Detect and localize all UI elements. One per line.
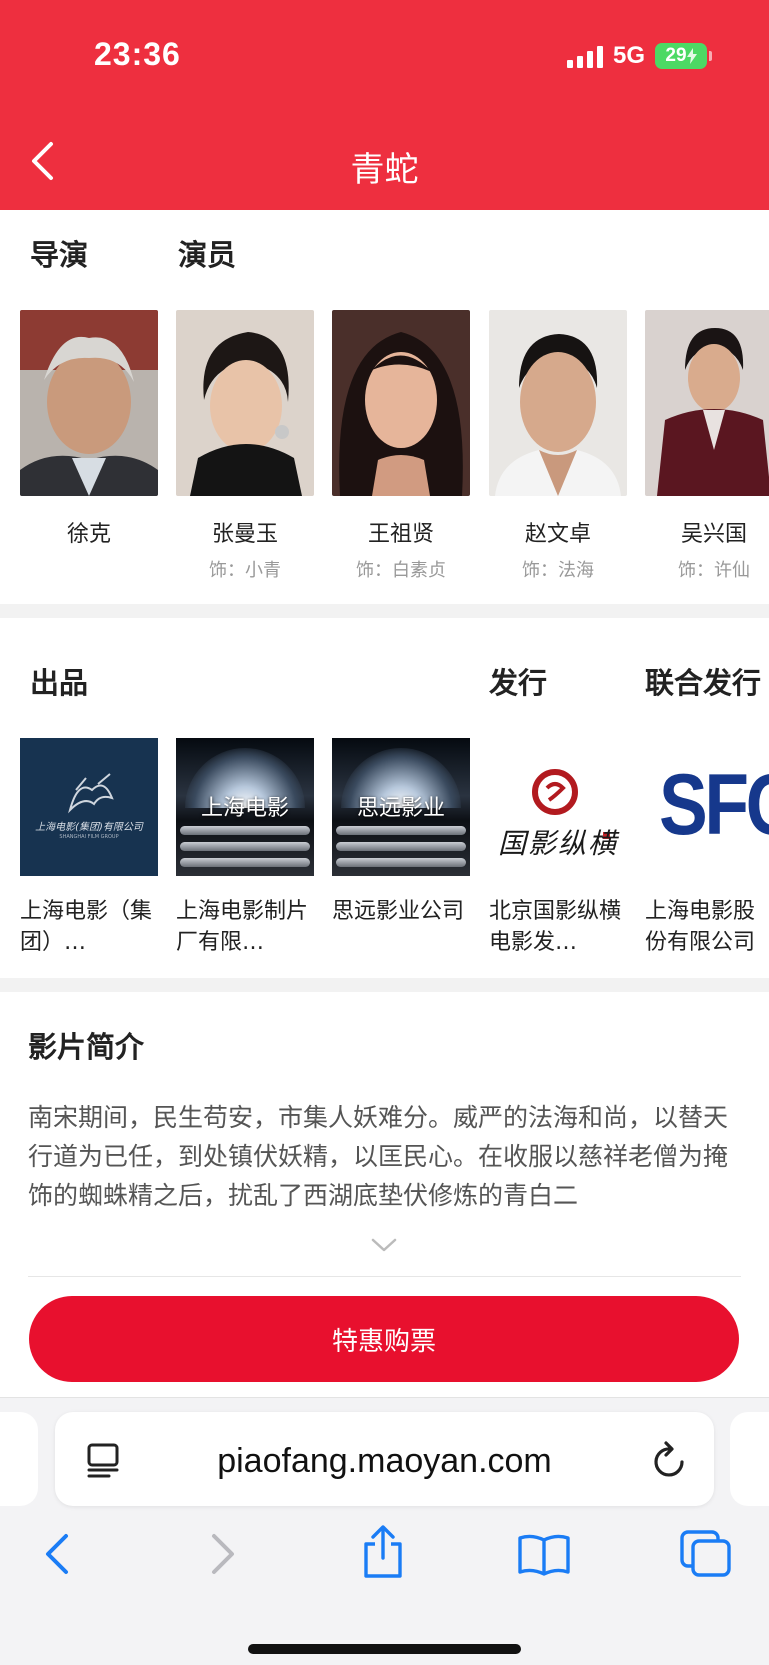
synopsis-text: 南宋期间，民生苟安，市集人妖难分。威严的法海和尚，以替天行道为已任，到处镇伏妖精… <box>28 1103 729 1210</box>
back-arrow-icon[interactable] <box>40 1530 74 1582</box>
logo-text: 上海电影(集团)有限公司 <box>35 822 143 833</box>
person-name: 赵文卓 <box>524 522 591 547</box>
person-role: 饰：法海 <box>522 560 594 581</box>
person-photo <box>489 310 627 496</box>
previous-tab-pill[interactable] <box>0 1412 38 1506</box>
company-name: 上海电影股份有限公司 <box>645 899 756 955</box>
battery-level: 29 <box>665 45 687 66</box>
buy-ticket-button[interactable]: 特惠购票 <box>29 1296 739 1382</box>
logo-text: 国影纵横 <box>497 827 618 860</box>
logo-subtext: SHANGHAI FILM GROUP <box>59 834 119 840</box>
status-indicators: 5G 29 <box>566 42 712 70</box>
seat-row <box>180 858 310 867</box>
production-header: 出品 <box>30 666 89 700</box>
synopsis-title: 影片简介 <box>28 1030 145 1064</box>
browser-toolbar: piaofang.maoyan.com <box>0 1398 769 1665</box>
person-role: 饰：白素贞 <box>356 560 446 581</box>
network-type: 5G <box>612 42 645 69</box>
section-divider <box>0 604 769 618</box>
co-distribution-header: 联合发行 <box>645 666 762 700</box>
url-text: piaofang.maoyan.com <box>217 1442 552 1480</box>
company-name: 上海电影制片厂有限… <box>176 899 309 955</box>
person-name: 徐克 <box>66 522 111 547</box>
share-icon[interactable] <box>360 1524 406 1584</box>
signal-icon <box>566 44 603 68</box>
reload-icon[interactable] <box>652 1440 688 1484</box>
person-photo <box>20 310 158 496</box>
bookmarks-icon[interactable] <box>516 1532 572 1580</box>
tabs-icon[interactable] <box>680 1530 732 1582</box>
person-photo <box>332 310 470 496</box>
seat-row <box>336 842 466 851</box>
section-divider <box>0 978 769 992</box>
logo-text: SFC <box>659 757 769 853</box>
expand-button[interactable] <box>369 1236 399 1256</box>
company-logo: SFC <box>645 738 769 876</box>
company-logo: 上海电影 <box>176 738 314 876</box>
company-card[interactable]: 上海电影(集团)有限公司 SHANGHAI FILM GROUP 上海电影（集团… <box>20 738 158 958</box>
person-name: 吴兴国 <box>680 522 747 547</box>
person-photo <box>645 310 769 496</box>
seat-row <box>336 826 466 835</box>
buy-bar: 特惠购票 <box>0 1282 769 1398</box>
person-card[interactable]: 吴兴国 饰：许仙 <box>645 310 769 582</box>
chevron-down-icon <box>371 1238 397 1252</box>
battery-icon: 29 <box>655 43 712 69</box>
tab-director[interactable]: 导演 <box>30 232 178 274</box>
seat-row <box>336 858 466 867</box>
company-name: 思远影业公司 <box>332 899 465 924</box>
app-header: 23:36 5G 29 青蛇 <box>0 0 769 210</box>
address-bar[interactable]: piaofang.maoyan.com <box>55 1412 714 1506</box>
person-card[interactable]: 徐克 <box>20 310 158 556</box>
seat-row <box>180 826 310 835</box>
person-photo <box>176 310 314 496</box>
logo-text: 上海电影 <box>200 796 289 821</box>
crew-tabs: 导演 演员 <box>30 232 236 274</box>
person-role: 饰：许仙 <box>678 560 750 581</box>
company-logo: 思远影业 <box>332 738 470 876</box>
page-title: 青蛇 <box>350 150 419 190</box>
company-logo: 国影纵横 <box>489 738 627 876</box>
seat-row <box>180 842 310 851</box>
next-tab-pill[interactable] <box>730 1412 769 1506</box>
company-card[interactable]: SFC 上海电影股份有限公司 <box>645 738 769 958</box>
company-card[interactable]: 思远影业 思远影业公司 <box>332 738 470 958</box>
person-card[interactable]: 赵文卓 饰：法海 <box>489 310 627 582</box>
company-card[interactable]: 上海电影 上海电影制片厂有限… <box>176 738 314 958</box>
person-name: 张曼玉 <box>211 522 278 547</box>
company-name: 上海电影（集团）… <box>20 899 153 955</box>
forward-arrow-icon[interactable] <box>206 1530 240 1582</box>
home-indicator <box>248 1644 521 1654</box>
person-card[interactable]: 王祖贤 饰：白素贞 <box>332 310 470 582</box>
distribution-header: 发行 <box>489 666 548 700</box>
company-name: 北京国影纵横电影发… <box>489 899 622 955</box>
person-name: 王祖贤 <box>367 522 434 547</box>
logo-text: 思远影业 <box>356 796 445 821</box>
person-card[interactable]: 张曼玉 饰：小青 <box>176 310 314 582</box>
charging-bolt-icon <box>686 48 697 64</box>
divider-line <box>28 1276 741 1277</box>
film-group-emblem-icon <box>68 773 114 814</box>
person-role: 饰：小青 <box>209 560 281 581</box>
status-time: 23:36 <box>94 36 181 72</box>
company-logo: 上海电影(集团)有限公司 SHANGHAI FILM GROUP <box>20 738 158 876</box>
company-card[interactable]: 国影纵横 北京国影纵横电影发… <box>489 738 627 958</box>
tab-actors[interactable]: 演员 <box>178 232 236 274</box>
